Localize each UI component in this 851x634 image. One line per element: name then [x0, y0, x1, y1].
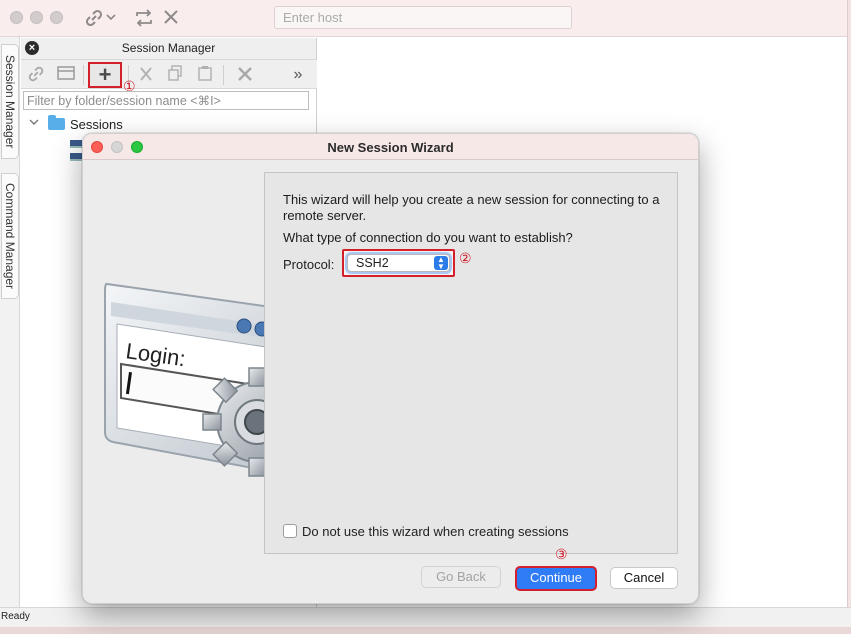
- close-window-button[interactable]: [10, 11, 23, 24]
- add-session-button[interactable]: +: [88, 62, 122, 88]
- tab-session-manager[interactable]: Session Manager: [1, 44, 19, 159]
- tree-folder-sessions[interactable]: Sessions: [21, 114, 317, 134]
- toolbar-divider: [83, 65, 84, 85]
- side-tab-bar: Session Manager Command Manager: [0, 37, 20, 607]
- delete-icon[interactable]: [234, 65, 256, 85]
- copy-icon[interactable]: [164, 65, 186, 85]
- session-icon: [70, 140, 82, 148]
- tab-command-manager[interactable]: Command Manager: [1, 173, 19, 299]
- skip-wizard-label: Do not use this wizard when creating ses…: [302, 524, 569, 539]
- protocol-value: SSH2: [356, 256, 389, 270]
- skip-wizard-checkbox[interactable]: [283, 524, 297, 538]
- wizard-title-bar: New Session Wizard: [83, 134, 698, 160]
- repeat-icon[interactable]: [134, 8, 154, 32]
- protocol-select-inner[interactable]: SSH2 ▲ ▼: [347, 254, 450, 272]
- session-manager-toolbar: + »: [21, 60, 317, 89]
- link-icon[interactable]: [25, 65, 47, 85]
- step-marker-2: ②: [459, 250, 472, 266]
- window-icon[interactable]: [55, 65, 77, 85]
- paste-icon[interactable]: [194, 65, 216, 85]
- wizard-question-text: What type of connection do you want to e…: [283, 230, 573, 245]
- zoom-window-button[interactable]: [50, 11, 63, 24]
- continue-button[interactable]: Continue: [515, 566, 597, 591]
- close-icon[interactable]: [162, 8, 180, 30]
- go-back-button[interactable]: Go Back: [421, 566, 501, 588]
- session-manager-header: × Session Manager: [21, 38, 316, 60]
- chevron-down-icon[interactable]: [106, 10, 116, 30]
- session-icon: [70, 153, 82, 161]
- host-input[interactable]: [274, 6, 572, 29]
- tree-folder-label: Sessions: [70, 117, 123, 132]
- bottom-strip: [0, 627, 851, 634]
- cancel-button[interactable]: Cancel: [610, 567, 678, 589]
- wizard-content-panel: This wizard will help you create a new s…: [264, 172, 678, 554]
- status-text: Ready: [1, 611, 30, 622]
- window-edge: [847, 0, 851, 634]
- toolbar-divider: [223, 65, 224, 85]
- link-icon[interactable]: [84, 8, 104, 32]
- cut-icon[interactable]: [135, 65, 157, 85]
- status-bar: Ready: [0, 607, 851, 627]
- session-filter-input[interactable]: [23, 91, 309, 110]
- chevron-down-icon[interactable]: [29, 117, 39, 130]
- protocol-select[interactable]: SSH2 ▲ ▼: [342, 249, 455, 277]
- more-icon[interactable]: »: [287, 65, 309, 85]
- session-manager-title: Session Manager: [121, 41, 216, 55]
- wizard-title: New Session Wizard: [327, 140, 454, 155]
- select-arrows-icon[interactable]: ▲ ▼: [434, 256, 448, 271]
- new-session-wizard-dialog: New Session Wizard Login: This wizard wi…: [82, 133, 699, 604]
- folder-icon: [48, 115, 65, 130]
- wizard-intro-text: This wizard will help you create a new s…: [283, 192, 660, 223]
- protocol-label: Protocol:: [283, 257, 335, 272]
- minimize-window-button[interactable]: [30, 11, 43, 24]
- title-bar: [0, 0, 851, 37]
- step-marker-3: ③: [555, 546, 568, 562]
